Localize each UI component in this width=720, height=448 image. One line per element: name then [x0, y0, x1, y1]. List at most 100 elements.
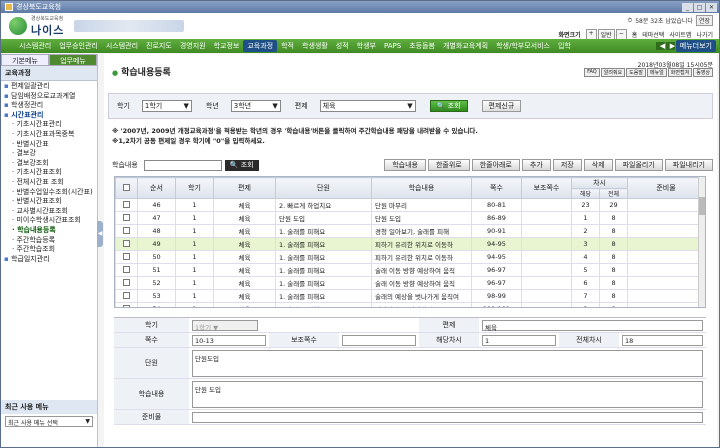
link-sitemap[interactable]: 사이트맵 [669, 30, 691, 39]
sidebar-item[interactable]: 교사별시간표조회 [4, 207, 94, 217]
term-field[interactable]: 1학기 ▼ [192, 319, 258, 332]
new-subject-button[interactable]: 편제신규 [481, 100, 522, 112]
table-row[interactable]: 52 1 체육 1. 술래를 피해요 술래 이동 방향 예상하여 움직 96-97 6 8 [115, 276, 705, 290]
sidebar-item[interactable]: 반별시간표조회 [4, 197, 94, 207]
menu-item[interactable]: 진로지도 [142, 41, 176, 51]
sidebar-item[interactable]: 학습내용등록 [4, 226, 94, 236]
menu-item[interactable]: 개별화교육계획 [439, 41, 492, 51]
sidebar-item[interactable]: 주간학습조회 [4, 245, 94, 255]
video-button[interactable]: 동영상 [693, 68, 713, 77]
table-row[interactable]: 48 1 체육 1. 술래를 피해요 경청 일아보기, 술래를 피해 90-91 2 8 [115, 224, 705, 238]
table-row[interactable]: 47 1 체육 단원 도입 단원 도입 86-89 1 8 [115, 211, 705, 225]
unit-field[interactable]: 단원도입 [192, 349, 703, 377]
menu-item[interactable]: 성적 [332, 41, 353, 51]
menu-next-icon[interactable]: ▶ [665, 42, 675, 50]
year-select[interactable]: 3학년 ▼ [230, 100, 281, 112]
row-checkbox[interactable] [115, 224, 138, 238]
col-header[interactable]: 준비물 [627, 177, 705, 199]
sidebar-item[interactable]: 반별수업일수조회(시간표) [4, 188, 94, 198]
learning-content-button[interactable]: 학습내용 [384, 159, 426, 171]
menu-item[interactable]: 학생생활 [298, 41, 332, 51]
search-button[interactable]: 🔍 조회 [429, 100, 468, 112]
tab-work-menu[interactable]: 업무메뉴 [49, 54, 97, 66]
col-header[interactable]: 전체 [598, 188, 629, 199]
menu-item[interactable]: PAPS [380, 42, 405, 50]
faq-button[interactable]: FAQ [584, 68, 600, 77]
col-header[interactable]: 단원 [275, 177, 372, 199]
sidebar-item[interactable]: 미이수학생시간표조회 [4, 216, 94, 226]
content-field[interactable]: 단원 도입 [192, 380, 703, 408]
menu-all-button[interactable]: 메뉴더보기 [675, 40, 716, 52]
prep-field[interactable] [192, 411, 703, 423]
upload-button[interactable]: 파일올리기 [614, 159, 663, 171]
move-up-button[interactable]: 한줄위로 [427, 159, 470, 171]
col-header[interactable]: 쪽수 [471, 177, 522, 199]
aux-pages-field[interactable] [342, 334, 416, 346]
menu-prev-icon[interactable]: ◀ [655, 42, 665, 50]
menu-item[interactable]: 학적 [277, 41, 298, 51]
link-home[interactable]: 홈 [632, 30, 638, 39]
delete-button[interactable]: 삭제 [583, 159, 613, 171]
table-row[interactable]: 541체육1. 술래를 피해요게임의 흐름 판단하기100-101 88 [115, 302, 705, 307]
sidebar-item[interactable]: 기초시간표과목중복 [4, 130, 94, 140]
sidebar-item[interactable]: 주간학습등록 [4, 236, 94, 246]
menu-item[interactable]: 학생/학부모서비스 [492, 41, 554, 51]
subject-select[interactable]: 체육 ▼ [319, 100, 416, 112]
minimize-button[interactable]: _ [682, 2, 693, 12]
recent-menu-select[interactable]: 최근 사용 메뉴 선택 ▼ [5, 416, 93, 427]
link-exit[interactable]: 나가기 [696, 30, 713, 39]
row-checkbox[interactable] [115, 198, 138, 212]
sidebar-item[interactable]: 기초시간표조회 [4, 168, 94, 178]
row-checkbox[interactable] [115, 263, 138, 277]
logo[interactable]: 경상북도교육청 나이스 [9, 15, 64, 38]
close-button[interactable]: ✕ [706, 2, 717, 12]
sidebar-item[interactable]: 결보강조회 [4, 159, 94, 169]
row-checkbox[interactable] [115, 211, 138, 225]
menu-item[interactable]: 학생부 [353, 41, 380, 51]
help-button[interactable]: 도움말 [626, 68, 646, 77]
content-search-input[interactable] [143, 159, 222, 171]
col-header[interactable]: 학습내용 [371, 177, 472, 199]
row-checkbox[interactable] [115, 276, 138, 290]
col-header[interactable]: 보조쪽수 [521, 177, 572, 199]
table-row[interactable]: 46 1 체육 2. 빠르게 하업치요 단원 마무리 80-81 23 29 [115, 198, 705, 212]
row-checkbox[interactable] [115, 302, 138, 307]
row-checkbox[interactable] [115, 237, 138, 251]
col-header[interactable]: 순서 [137, 177, 176, 199]
notice-button[interactable]: 알려줘요 [600, 68, 626, 77]
col-header[interactable]: 편제 [213, 177, 276, 199]
download-button[interactable]: 파일내리기 [664, 159, 713, 171]
table-row[interactable]: 51 1 체육 1. 술래를 피해요 술래 이동 방향 예상하여 움직 96-97 5 8 [115, 263, 705, 277]
menu-item[interactable]: 입학 [554, 41, 575, 51]
sidebar-item[interactable]: 담임배정으로교과계열 [4, 92, 94, 102]
content-find-button[interactable]: 🔍 조회 [224, 159, 259, 171]
sidebar-collapse-handle[interactable]: ◀ [97, 221, 103, 247]
row-checkbox[interactable] [115, 250, 138, 264]
table-row[interactable]: 50 1 체육 1. 술래를 피해요 피하기 유리한 위치로 이동하 94-95 4 8 [115, 250, 705, 264]
col-header[interactable]: 학기 [175, 177, 214, 199]
sidebar-item[interactable]: 전체시간표 조회 [4, 178, 94, 188]
add-button[interactable]: 추가 [521, 159, 551, 171]
menu-item[interactable]: 시스템관리 [15, 41, 55, 51]
term-select[interactable]: 1학기 ▼ [141, 100, 192, 112]
sidebar-item[interactable]: 학급일지관리 [4, 255, 94, 265]
sidebar-item[interactable]: 학생정관리 [4, 101, 94, 111]
sidebar-item[interactable]: 편제일괄관리 [4, 82, 94, 92]
sidebar-item[interactable]: 반별시간표 [4, 140, 94, 150]
menu-item[interactable]: 경영지원 [176, 41, 210, 51]
menu-item[interactable]: 초등돌봄 [405, 41, 439, 51]
link-theme[interactable]: 테마선택 [642, 30, 664, 39]
pages-field[interactable]: 10-13 [192, 334, 266, 346]
move-down-button[interactable]: 한줄아래로 [471, 159, 520, 171]
sidebar-item[interactable]: 기초시간표관리 [4, 120, 94, 130]
manual-button[interactable]: 메뉴얼 [646, 68, 667, 77]
capture-button[interactable]: 화면캡쳐 [667, 68, 693, 77]
menu-item-active[interactable]: 교육과정 [243, 40, 278, 52]
menu-item[interactable]: 업무승인관리 [55, 41, 102, 51]
table-row[interactable]: 53 1 체육 1. 술래를 피해요 술래의 예상을 벗나가게 움직여 98-99 7 8 [115, 289, 705, 303]
save-button[interactable]: 저장 [552, 159, 582, 171]
select-all-checkbox[interactable] [115, 177, 138, 199]
table-row[interactable]: 49 1 체육 1. 술래를 피해요 피하기 유리한 위치로 이동하 94-95 3 8 [115, 237, 705, 251]
current-session-field[interactable]: 1 [482, 334, 556, 346]
maximize-button[interactable]: □ [694, 2, 705, 12]
